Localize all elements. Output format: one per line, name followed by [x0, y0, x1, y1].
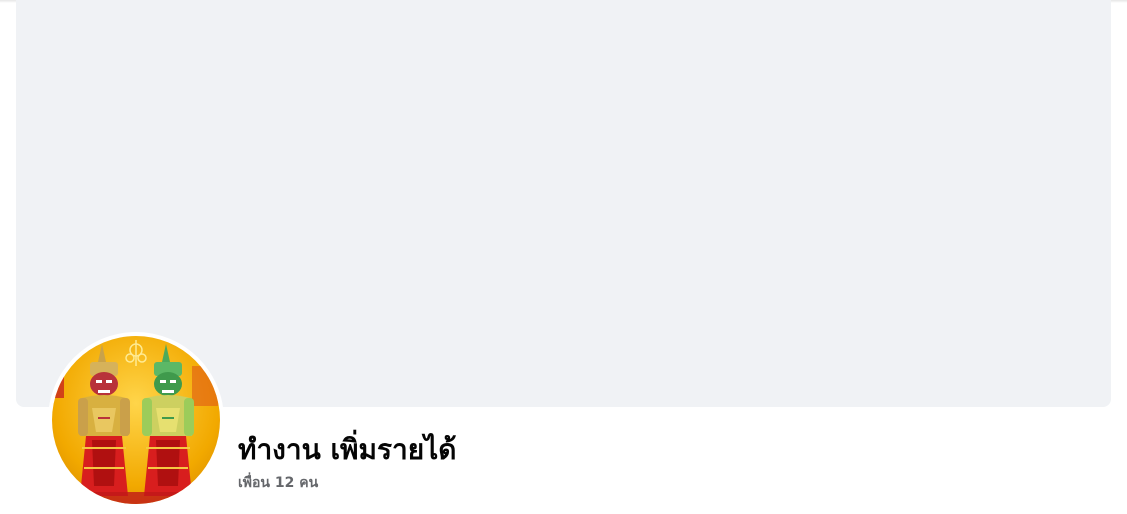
giant-guardians-avatar-icon [52, 336, 220, 504]
profile-header: ทำงาน เพิ่มรายได้ เพื่อน 12 คน [0, 0, 1127, 514]
profile-name: ทำงาน เพิ่มรายได้ [238, 433, 457, 466]
friends-count-link[interactable]: เพื่อน 12 คน [238, 474, 318, 492]
profile-picture-frame[interactable] [48, 332, 224, 508]
profile-picture[interactable] [52, 336, 220, 504]
